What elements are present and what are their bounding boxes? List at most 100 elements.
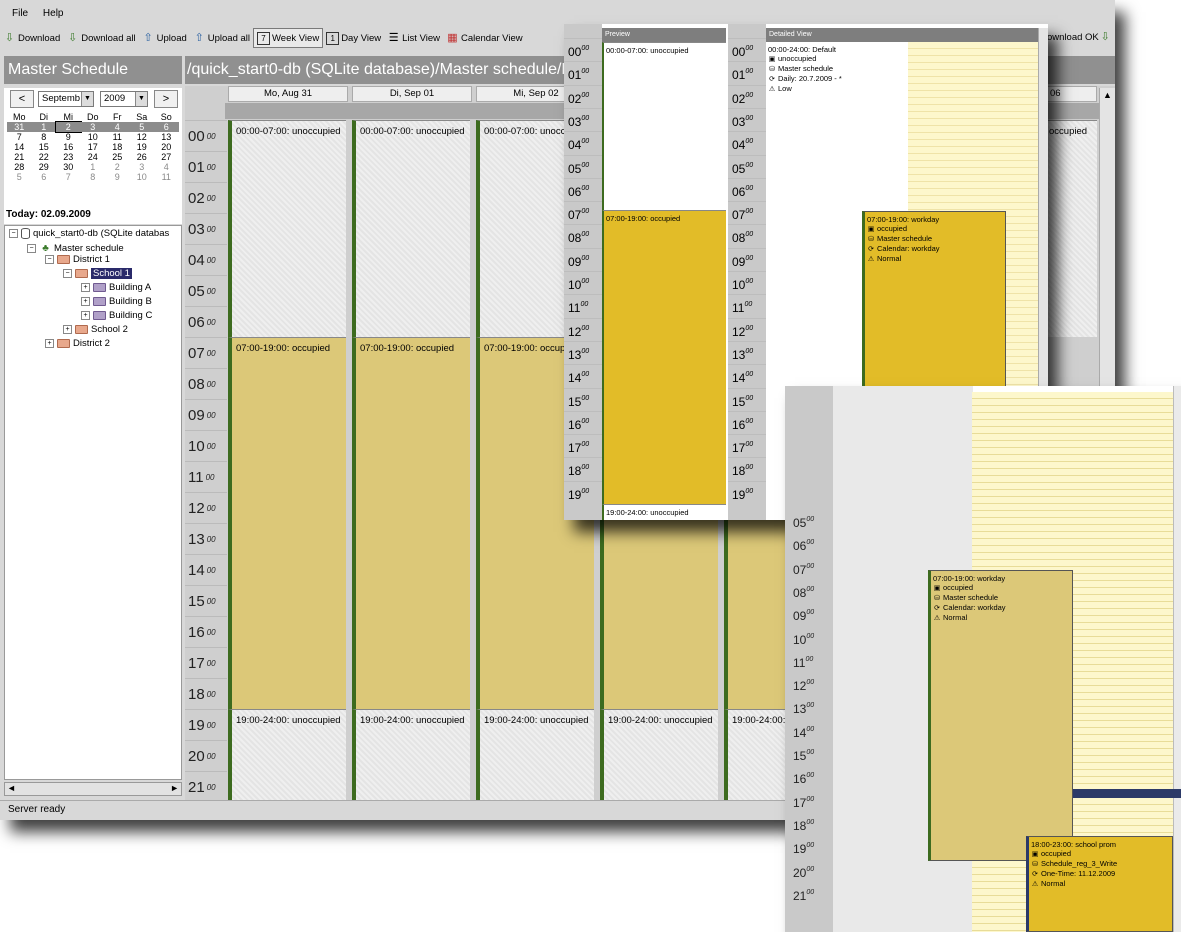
calendar-day-other-month[interactable]: 3 <box>130 162 155 172</box>
calendar-day[interactable]: 10 <box>81 132 106 142</box>
expand-icon[interactable]: + <box>45 338 54 348</box>
calendar-day[interactable]: 29 <box>32 162 57 172</box>
expand-icon[interactable]: + <box>81 282 90 292</box>
calendar-day[interactable]: 24 <box>81 152 106 162</box>
prev-month-button[interactable]: < <box>10 90 34 108</box>
schedule-block-unoccupied[interactable]: 19:00-24:00: unoccupied <box>600 709 718 800</box>
month-select[interactable]: Septemb ▼ <box>38 91 94 107</box>
year-select[interactable]: 2009 ▼ <box>100 91 148 107</box>
calendar-day[interactable]: 3 <box>80 122 105 132</box>
tree-node-building-b[interactable]: + Building B <box>81 296 152 308</box>
calendar-day[interactable]: 13 <box>154 132 179 142</box>
menu-help[interactable]: Help <box>43 8 64 19</box>
minute-mark: 00 <box>206 783 216 792</box>
day-header-sun[interactable]: 06 <box>1045 86 1097 102</box>
calendar-day[interactable]: 4 <box>105 122 130 132</box>
folder-icon <box>93 296 106 306</box>
calendar-day[interactable]: 18 <box>105 142 130 152</box>
zoom-scrollbar[interactable] <box>1173 386 1181 932</box>
calendar-day[interactable]: 6 <box>154 122 179 132</box>
tree-node-building-a[interactable]: + Building A <box>81 282 151 294</box>
calendar-day[interactable]: 8 <box>32 132 57 142</box>
calendar-day[interactable]: 20 <box>154 142 179 152</box>
schedule-block-unoccupied[interactable]: 00:00-07:00: unoccupied <box>228 120 346 337</box>
week-vertical-scrollbar[interactable]: ▲ <box>1099 88 1115 388</box>
collapse-icon[interactable]: − <box>45 254 54 264</box>
schedule-block-unoccupied[interactable]: 19:00-24:00: unoccupied <box>476 709 594 800</box>
tree-node-database[interactable]: − quick_start0-db (SQLite databas <box>9 228 169 240</box>
calendar-day-selected[interactable]: 2 <box>55 121 82 133</box>
list-view-button[interactable]: ☰ List View <box>384 28 443 48</box>
upload-all-button[interactable]: ⇧ Upload all <box>190 28 253 48</box>
calendar-day[interactable]: 17 <box>81 142 106 152</box>
expand-icon[interactable]: + <box>81 310 90 320</box>
upload-button[interactable]: ⇧ Upload <box>139 28 190 48</box>
calendar-day[interactable]: 30 <box>56 162 81 172</box>
calendar-day[interactable]: 11 <box>105 132 130 142</box>
calendar-day[interactable]: 22 <box>32 152 57 162</box>
day-header-tue[interactable]: Di, Sep 01 <box>352 86 472 102</box>
menu-file[interactable]: File <box>12 8 28 19</box>
zoom-school-prom-block[interactable]: 18:00-23:00: school prom ▣ occupied ⛁ Sche… <box>1026 836 1173 932</box>
calendar-day-other-month[interactable]: 10 <box>130 172 155 182</box>
calendar-day[interactable]: 27 <box>154 152 179 162</box>
calendar-day-other-month[interactable]: 6 <box>32 172 57 182</box>
tree-node-school-1[interactable]: − School 1 <box>63 268 132 280</box>
calendar-day[interactable]: 5 <box>129 122 154 132</box>
calendar-day[interactable]: 23 <box>56 152 81 162</box>
calendar-day[interactable]: 14 <box>7 142 32 152</box>
calendar-day-other-month[interactable]: 11 <box>154 172 179 182</box>
calendar-day[interactable]: 31 <box>7 122 32 132</box>
tree-node-district-1[interactable]: − District 1 <box>45 254 110 266</box>
expand-icon[interactable]: + <box>63 324 72 334</box>
calendar-day[interactable]: 16 <box>56 142 81 152</box>
tree-node-district-2[interactable]: + District 2 <box>45 338 110 350</box>
tree-node-building-c[interactable]: + Building C <box>81 310 152 322</box>
collapse-icon[interactable]: − <box>27 243 36 253</box>
tree-node-school-2[interactable]: + School 2 <box>63 324 128 336</box>
collapse-icon[interactable]: − <box>9 229 18 238</box>
preview-block-occupied[interactable]: 07:00-19:00: occupied <box>602 210 726 504</box>
calendar-day[interactable]: 25 <box>105 152 130 162</box>
calendar-day-other-month[interactable]: 2 <box>105 162 130 172</box>
day-header-mon[interactable]: Mo, Aug 31 <box>228 86 348 102</box>
calendar-day-other-month[interactable]: 9 <box>105 172 130 182</box>
tree-horizontal-scrollbar[interactable]: ◄ ► <box>4 782 182 796</box>
scroll-up-icon[interactable]: ▲ <box>1103 90 1112 100</box>
download-all-button[interactable]: ⇩ Download all <box>63 28 138 48</box>
preview-block-unoccupied[interactable]: 00:00-07:00: unoccupied <box>602 42 726 210</box>
day-view-button[interactable]: 1 Day View <box>323 28 384 48</box>
calendar-day-other-month[interactable]: 7 <box>56 172 81 182</box>
calendar-day[interactable]: 12 <box>130 132 155 142</box>
next-month-button[interactable]: > <box>154 90 178 108</box>
calendar-day[interactable]: 9 <box>56 132 81 142</box>
calendar-day[interactable]: 26 <box>130 152 155 162</box>
expand-icon[interactable]: + <box>81 296 90 306</box>
preview-block-unoccupied[interactable]: 19:00-24:00: unoccupied <box>602 504 726 520</box>
calendar-day-other-month[interactable]: 4 <box>154 162 179 172</box>
schedule-block[interactable]: occupied <box>1045 120 1097 337</box>
schedule-block-unoccupied[interactable]: 19:00-24:00: unoccupied <box>352 709 470 800</box>
calendar-day-other-month[interactable]: 5 <box>7 172 32 182</box>
schedule-block-unoccupied[interactable]: 00:00-07:00: unoccupied <box>352 120 470 337</box>
calendar-day[interactable]: 19 <box>130 142 155 152</box>
zoom-workday-block[interactable]: 07:00-19:00: workday ▣ occupied ⛁ Master s… <box>928 570 1073 861</box>
schedule-block-occupied[interactable]: 07:00-19:00: occupied <box>352 337 470 709</box>
calendar-day[interactable]: 28 <box>7 162 32 172</box>
schedule-block-unoccupied[interactable]: 19:00-24:00: unoccupied <box>228 709 346 800</box>
week-view-button[interactable]: 7 Week View <box>253 28 324 48</box>
calendar-day-other-month[interactable]: 1 <box>81 162 106 172</box>
tree-node-master-schedule[interactable]: − ♣ Master schedule <box>27 242 124 254</box>
calendar-day[interactable]: 7 <box>7 132 32 142</box>
scroll-left-icon[interactable]: ◄ <box>7 783 16 793</box>
calendar-day[interactable]: 21 <box>7 152 32 162</box>
today-label[interactable]: Today: 02.09.2009 <box>4 208 182 224</box>
schedule-block-occupied[interactable]: 07:00-19:00: occupied <box>228 337 346 709</box>
collapse-icon[interactable]: − <box>63 268 72 278</box>
scroll-right-icon[interactable]: ► <box>170 783 179 793</box>
calendar-day-other-month[interactable]: 8 <box>81 172 106 182</box>
calendar-day[interactable]: 15 <box>32 142 57 152</box>
calendar-view-button[interactable]: ▦ Calendar View <box>443 28 526 48</box>
calendar-day[interactable]: 1 <box>31 122 56 132</box>
download-button[interactable]: ⇩ Download <box>0 28 63 48</box>
